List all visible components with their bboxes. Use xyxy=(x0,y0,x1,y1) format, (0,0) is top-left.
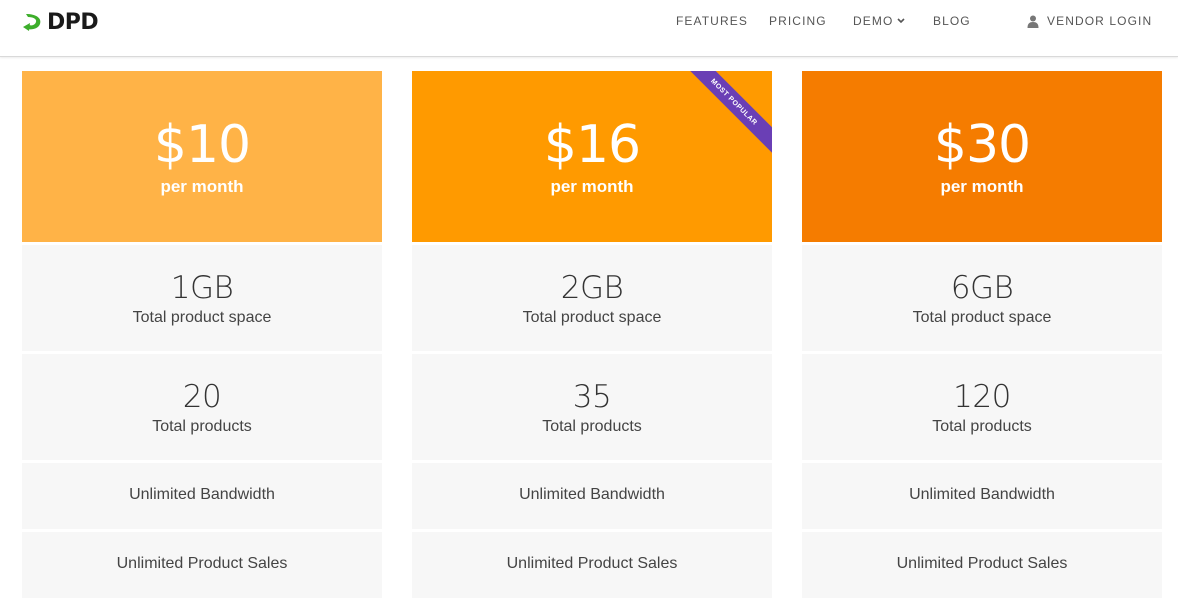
feature-bandwidth: Unlimited Bandwidth xyxy=(22,463,382,529)
feature-label: Unlimited Product Sales xyxy=(896,555,1068,572)
feature-sales: Unlimited Product Sales xyxy=(802,532,1162,598)
plan-header: $30 per month xyxy=(802,71,1162,242)
plan-period: per month xyxy=(550,177,634,196)
feature-value: 2GB xyxy=(560,270,624,306)
user-icon xyxy=(1027,15,1039,28)
pricing-plan-basic: $10 per month 1GB Total product space 20… xyxy=(22,71,382,598)
plan-period: per month xyxy=(160,177,244,196)
feature-label: Unlimited Product Sales xyxy=(116,555,288,572)
feature-product-count: 20 Total products xyxy=(22,354,382,460)
feature-value: 6GB xyxy=(950,270,1014,306)
nav-demo-label: DEMO xyxy=(853,14,894,28)
feature-label: Unlimited Bandwidth xyxy=(129,486,275,503)
feature-label: Unlimited Bandwidth xyxy=(519,486,665,503)
plan-header: MOST POPULAR $16 per month xyxy=(412,71,772,242)
feature-bandwidth: Unlimited Bandwidth xyxy=(802,463,1162,529)
nav-blog[interactable]: BLOG xyxy=(933,14,971,28)
top-navbar: DPD FEATURES PRICING DEMO BLOG VENDOR LO… xyxy=(0,0,1178,57)
pricing-plan-popular: MOST POPULAR $16 per month 2GB Total pro… xyxy=(412,71,772,598)
plan-price: $16 xyxy=(543,115,641,175)
nav-pricing[interactable]: PRICING xyxy=(769,14,827,28)
feature-label: Unlimited Product Sales xyxy=(506,555,678,572)
feature-product-space: 2GB Total product space xyxy=(412,245,772,351)
main-nav: FEATURES PRICING DEMO BLOG VENDOR LOGIN xyxy=(0,14,1178,28)
feature-product-count: 120 Total products xyxy=(802,354,1162,460)
plan-price: $10 xyxy=(153,115,251,175)
nav-vendor-login-label: VENDOR LOGIN xyxy=(1047,14,1153,28)
nav-vendor-login[interactable]: VENDOR LOGIN xyxy=(1027,14,1152,28)
feature-label: Total products xyxy=(542,418,642,435)
feature-value: 35 xyxy=(572,379,612,415)
feature-bandwidth: Unlimited Bandwidth xyxy=(412,463,772,529)
feature-label: Total product space xyxy=(522,309,662,326)
feature-value: 20 xyxy=(182,379,222,415)
feature-sales: Unlimited Product Sales xyxy=(22,532,382,598)
nav-features[interactable]: FEATURES xyxy=(676,14,748,28)
chevron-down-icon xyxy=(897,18,905,24)
feature-label: Total products xyxy=(152,418,252,435)
nav-demo[interactable]: DEMO xyxy=(853,14,905,28)
feature-value: 120 xyxy=(953,379,1011,415)
plan-header: $10 per month xyxy=(22,71,382,242)
pricing-plan-pro: $30 per month 6GB Total product space 12… xyxy=(802,71,1162,598)
feature-product-space: 6GB Total product space xyxy=(802,245,1162,351)
plan-price: $30 xyxy=(933,115,1031,175)
feature-label: Total products xyxy=(932,418,1032,435)
feature-label: Unlimited Bandwidth xyxy=(909,486,1055,503)
feature-label: Total product space xyxy=(912,309,1052,326)
plan-period: per month xyxy=(940,177,1024,196)
feature-sales: Unlimited Product Sales xyxy=(412,532,772,598)
feature-label: Total product space xyxy=(132,309,272,326)
feature-product-count: 35 Total products xyxy=(412,354,772,460)
feature-value: 1GB xyxy=(170,270,234,306)
feature-product-space: 1GB Total product space xyxy=(22,245,382,351)
